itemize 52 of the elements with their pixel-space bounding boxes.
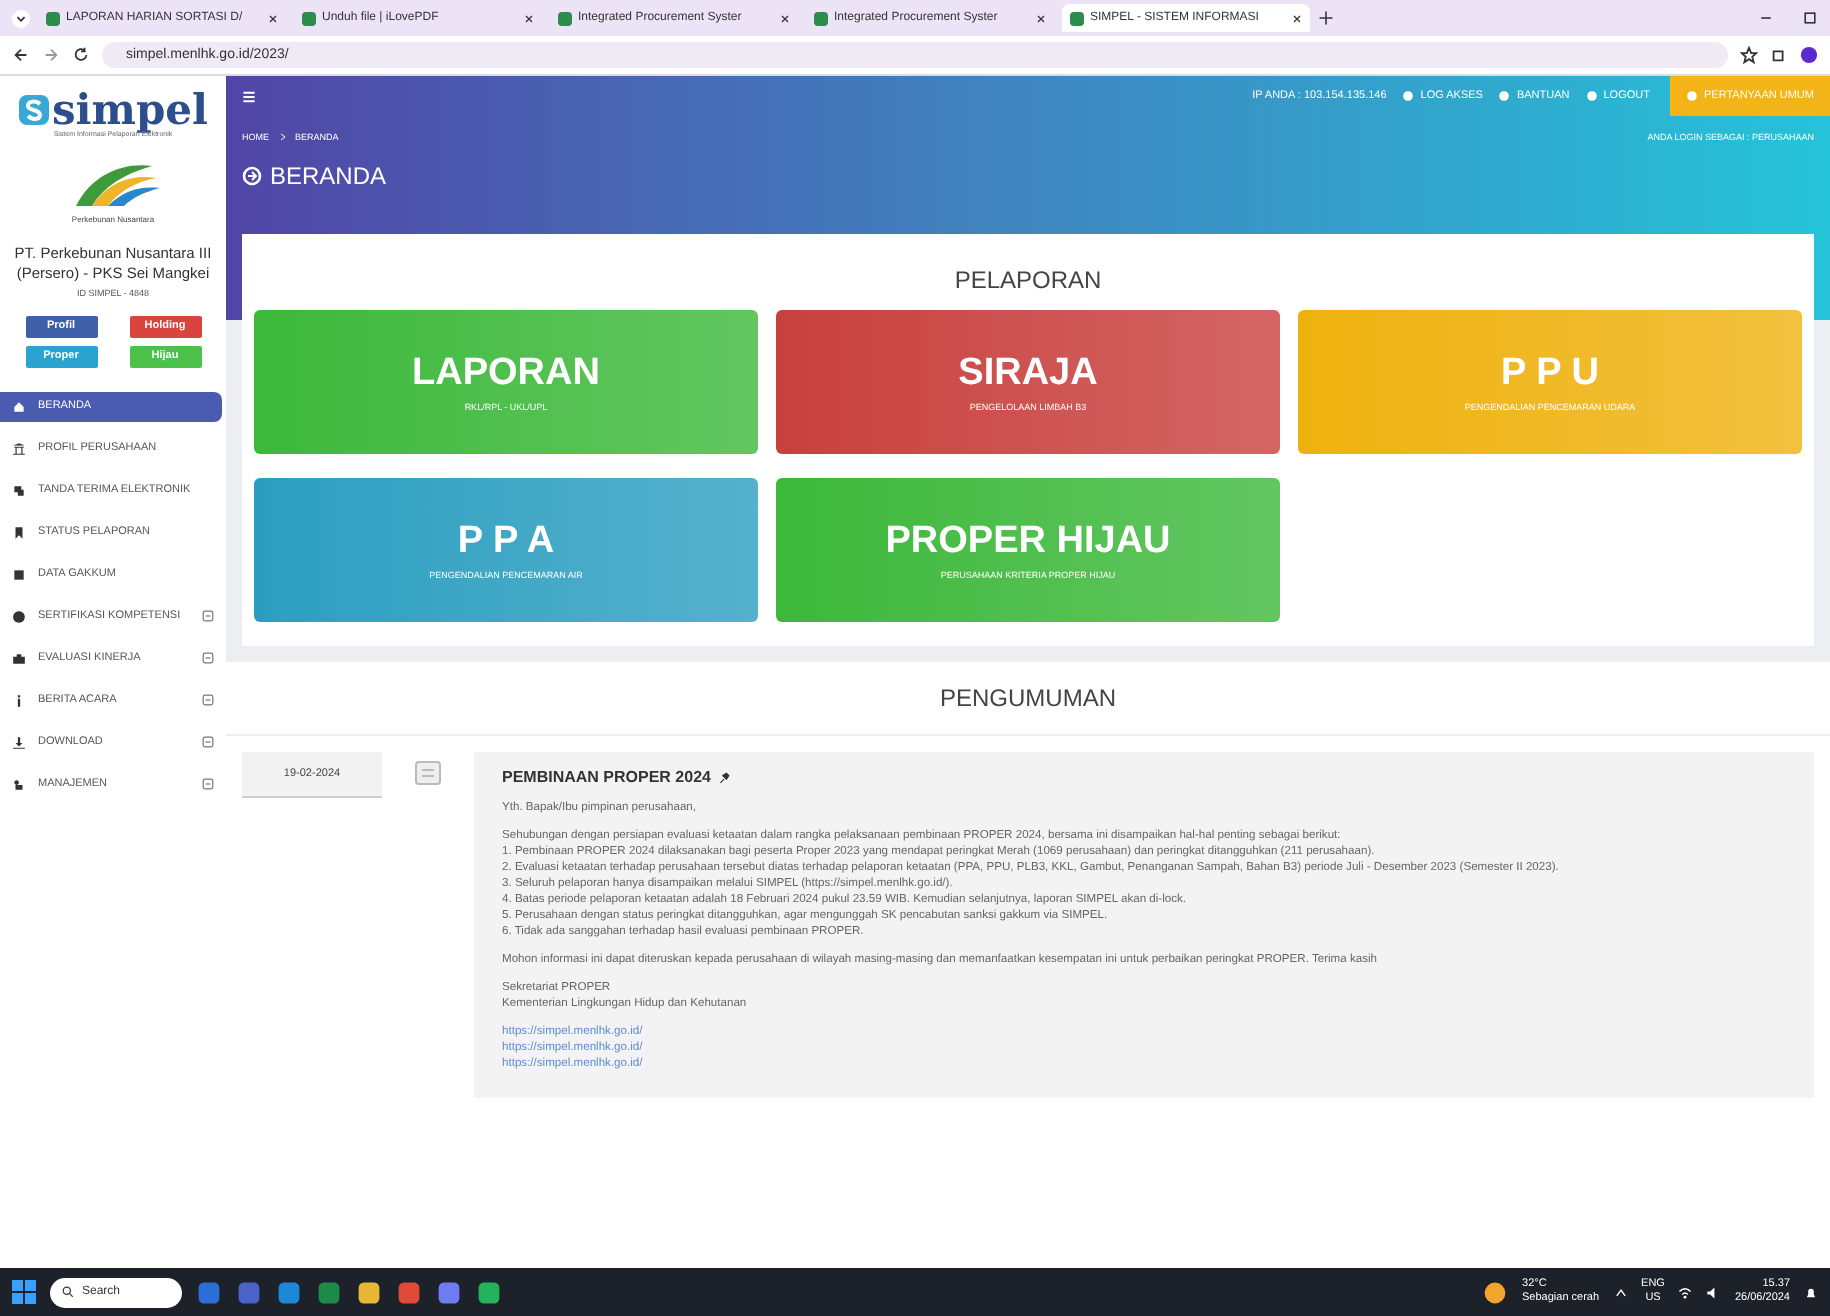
menu-icon [12,483,26,497]
forward-icon[interactable] [42,46,60,64]
wifi-icon[interactable] [1678,1285,1693,1299]
menu-icon [12,693,26,707]
profile-icon[interactable] [1800,46,1818,64]
star-icon[interactable] [1740,46,1758,64]
reload-icon[interactable] [72,46,90,64]
taskbar-app-icon[interactable] [436,1279,462,1305]
menu-toggle-icon[interactable] [242,89,256,103]
menu-icon [12,399,26,413]
announcement-title: PEMBINAAN PROPER 2024 [502,768,711,786]
close-tab-icon[interactable] [524,13,534,23]
search-icon [62,1286,74,1298]
logo-mark-icon [17,93,50,125]
section-title: PENGUMUMAN [226,662,1830,736]
expand-icon[interactable] [202,736,214,748]
tab-list-icon[interactable] [12,9,30,27]
taskbar-app-icon[interactable] [476,1279,502,1305]
new-tab-icon[interactable] [1318,10,1334,26]
weather-icon[interactable] [1482,1279,1509,1305]
start-icon[interactable] [12,1280,36,1304]
page-title: BERANDA [270,162,387,190]
arrow-circle-icon [242,166,262,186]
taskbar-app-icon[interactable] [396,1279,422,1305]
chevron-right-icon [277,132,287,142]
close-tab-icon[interactable] [780,13,790,23]
section-title: PELAPORAN [952,264,1104,298]
bell-icon[interactable] [1804,1285,1818,1299]
menu-icon [12,777,26,791]
expand-icon[interactable] [202,778,214,790]
expand-icon[interactable] [202,610,214,622]
taskbar-app-icon[interactable] [316,1279,342,1305]
expand-icon[interactable] [202,694,214,706]
simpel-logo[interactable]: simpel [17,88,209,130]
expand-icon[interactable] [202,652,214,664]
menu-icon [12,567,26,581]
pin-icon [718,771,731,783]
close-tab-icon[interactable] [268,13,278,23]
taskbar-app-icon[interactable] [356,1279,382,1305]
restore-icon[interactable] [1802,10,1818,26]
menu-icon [12,525,26,539]
close-tab-icon[interactable] [1036,13,1046,23]
chevron-up-icon[interactable] [1613,1285,1628,1299]
calendar-icon [414,758,442,786]
menu-icon [12,651,26,665]
menu-icon [12,735,26,749]
menu-icon [12,609,26,623]
menu-icon [12,441,26,455]
close-tab-icon[interactable] [1292,13,1302,23]
taskbar-app-icon[interactable] [276,1279,302,1305]
extensions-icon[interactable] [1770,46,1788,64]
back-icon[interactable] [12,46,30,64]
